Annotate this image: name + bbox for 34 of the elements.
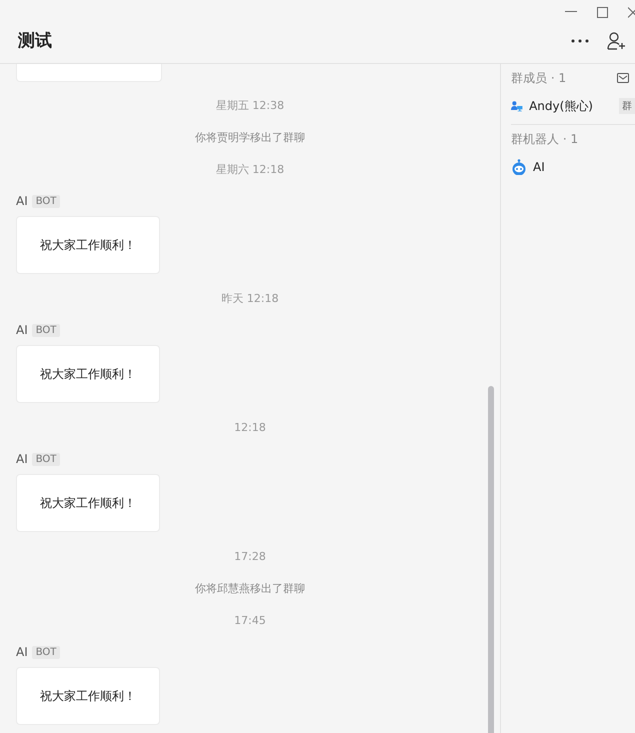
scrollbar[interactable] [488,386,494,733]
timestamp: 12:18 [234,420,266,434]
message-bubble: 祝大家工作顺利！ [16,345,160,403]
message-bubble: 祝大家工作顺利！ [16,667,160,725]
timestamp: 17:45 [234,614,266,626]
add-user-icon[interactable] [607,32,627,50]
minimize-icon[interactable] [565,11,577,13]
sender-name: AI [16,645,28,659]
more-icon[interactable] [571,38,589,42]
sender-name: AI [16,194,28,208]
close-icon[interactable] [628,6,635,18]
timestamp: 星期六 12:18 [216,162,284,176]
maximize-icon[interactable] [597,6,608,18]
section-title: 群成员 · 1 [511,70,566,86]
timestamp: 17:28 [234,550,266,562]
message-bubble: 祝大家工作顺利！ [16,474,160,532]
bot-badge: BOT [32,646,60,658]
bot-badge: BOT [32,194,60,208]
timestamp: 昨天 12:18 [221,290,279,306]
window-title: 测试 [18,30,53,52]
bot-badge: BOT [32,324,60,336]
robot-icon [511,159,527,175]
message-bubble: 祝大家工作顺利！ [16,216,160,274]
system-message: 你将贾明学移出了群聊 [195,130,305,144]
role-tag: 群 [619,98,635,114]
sender-name: AI [16,323,28,337]
section-title: 群机器人 · 1 [511,130,578,148]
bot-badge: BOT [32,452,60,466]
timestamp: 星期五 12:38 [216,98,284,112]
mail-icon[interactable] [617,73,629,83]
sender-name: AI [16,452,28,466]
member-item[interactable]: Andy(熊心) 群 [511,92,635,120]
bot-item[interactable]: AI [511,153,635,181]
system-message: 你将邱慧燕移出了群聊 [195,580,305,596]
